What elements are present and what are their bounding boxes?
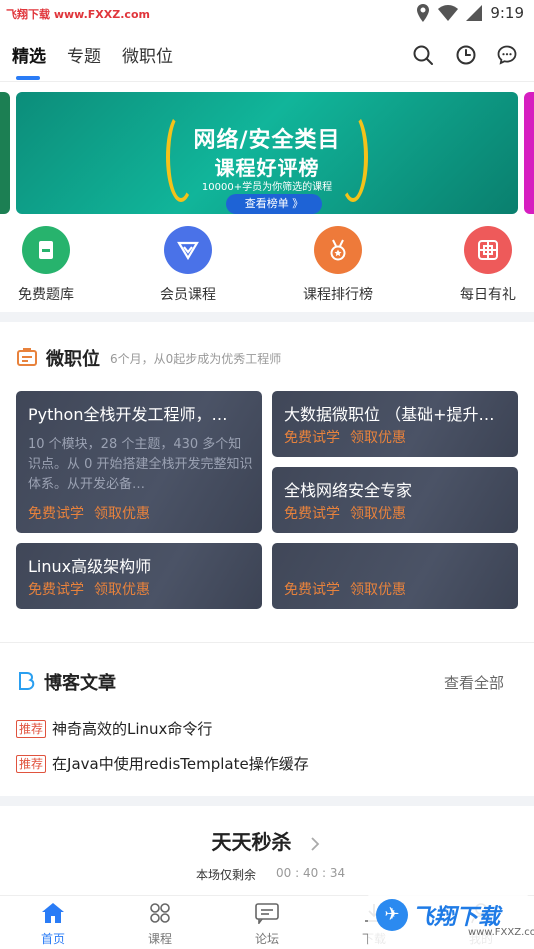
- home-icon: [42, 903, 64, 923]
- status-icons: 9:19: [416, 4, 524, 22]
- section-divider: [0, 642, 534, 643]
- top-tab-bar: 精选 专题 微职位: [0, 30, 534, 82]
- career-card-actions: 免费试学 领取优惠: [28, 503, 150, 523]
- banner-slide[interactable]: 网络/安全类目 课程好评榜 10000+学员为你筛选的课程 查看榜单 》: [16, 92, 518, 214]
- career-card-actions: 免费试学 领取优惠: [284, 503, 406, 523]
- career-card-untitled[interactable]: 免费试学 领取优惠: [272, 543, 518, 609]
- quick-entry-label: 每日有礼: [460, 287, 516, 303]
- book-icon: [22, 226, 70, 274]
- blog-list-item[interactable]: 推荐 在Java中使用redisTemplate操作缓存: [16, 753, 309, 774]
- watermark-logo-icon: ✈: [376, 899, 408, 931]
- wifi-icon: [438, 5, 459, 21]
- banner-title: 网络/安全类目: [193, 128, 341, 153]
- get-discount-link[interactable]: 领取优惠: [350, 427, 406, 447]
- tab-featured[interactable]: 精选: [12, 42, 46, 67]
- nav-label: 论坛: [254, 932, 279, 946]
- get-discount-link[interactable]: 领取优惠: [94, 579, 150, 599]
- career-card-bigdata[interactable]: 大数据微职位 （基础+提升… 免费试学 领取优惠: [272, 391, 518, 457]
- grid-icon: [150, 903, 170, 923]
- blog-item-title: 神奇高效的Linux命令行: [52, 720, 213, 738]
- quick-entry-label: 会员课程: [160, 287, 216, 303]
- blog-section-title: 博客文章: [44, 673, 116, 694]
- banner-subtitle: 10000+学员为你筛选的课程: [201, 182, 333, 193]
- blog-item-title: 在Java中使用redisTemplate操作缓存: [52, 755, 309, 773]
- career-card-title: Linux高级架构师: [28, 557, 152, 576]
- countdown-timer: 00 : 40 : 34: [276, 866, 346, 880]
- career-card-python[interactable]: Python全栈开发工程师，… 10 个模块，28 个主题，430 多个知识点。…: [16, 391, 262, 533]
- forum-icon: [255, 903, 279, 926]
- chevron-right-icon: [311, 836, 320, 851]
- career-card-security[interactable]: 全栈网络安全专家 免费试学 领取优惠: [272, 467, 518, 533]
- micro-career-subtitle: 6个月，从0起步成为优秀工程师: [110, 352, 282, 366]
- quick-entry-label: 免费题库: [18, 287, 74, 303]
- status-bar: 飞翔下载 www.FXXZ.com 9:19: [0, 0, 534, 30]
- quick-entry-question-bank[interactable]: 免费题库: [0, 226, 106, 304]
- banner-prev-peek[interactable]: [0, 92, 10, 214]
- vip-icon: [164, 226, 212, 274]
- career-card-actions: 免费试学 领取优惠: [28, 579, 150, 599]
- watermark-logo: ✈ 飞翔下载 www.FXXZ.com: [368, 893, 534, 947]
- briefcase-icon: [17, 348, 37, 366]
- free-trial-link[interactable]: 免费试学: [28, 503, 84, 523]
- active-tab-indicator: [16, 76, 40, 80]
- flash-sale-title-text: 天天秒杀: [211, 830, 292, 854]
- career-card-description: 10 个模块，28 个主题，430 多个知识点。从 0 开始搭建全栈开发完整知识…: [28, 437, 253, 492]
- gift-icon: [464, 226, 512, 274]
- medal-icon: [314, 226, 362, 274]
- free-trial-link[interactable]: 免费试学: [28, 579, 84, 599]
- nav-label: 课程: [147, 932, 172, 946]
- career-card-linux[interactable]: Linux高级架构师 免费试学 领取优惠: [16, 543, 262, 609]
- get-discount-link[interactable]: 领取优惠: [350, 503, 406, 523]
- history-icon[interactable]: [455, 44, 477, 66]
- banner-next-peek[interactable]: [524, 92, 534, 214]
- tab-topics[interactable]: 专题: [67, 42, 101, 67]
- quick-entry-label: 课程排行榜: [303, 287, 373, 303]
- flash-sale-title[interactable]: 天天秒杀: [0, 826, 534, 855]
- view-ranking-button[interactable]: 查看榜单 》: [226, 194, 322, 214]
- free-trial-link[interactable]: 免费试学: [284, 579, 340, 599]
- micro-career-title: 微职位: [46, 349, 100, 370]
- career-card-title: 全栈网络安全专家: [284, 481, 413, 500]
- blog-icon: [19, 672, 35, 690]
- location-icon: [417, 4, 430, 22]
- clock-text: 9:19: [490, 4, 524, 22]
- career-card-actions: 免费试学 领取优惠: [284, 579, 406, 599]
- recommend-tag: 推荐: [16, 719, 47, 738]
- get-discount-link[interactable]: 领取优惠: [350, 579, 406, 599]
- quick-entry-daily-gift[interactable]: 每日有礼: [428, 226, 534, 304]
- remaining-label: 本场仅剩余: [196, 868, 257, 882]
- free-trial-link[interactable]: 免费试学: [284, 503, 340, 523]
- search-icon[interactable]: [412, 44, 434, 66]
- get-discount-link[interactable]: 领取优惠: [94, 503, 150, 523]
- nav-courses[interactable]: 课程: [120, 902, 200, 947]
- signal-icon: [466, 5, 483, 21]
- career-card-title: Python全栈开发工程师，…: [28, 405, 228, 424]
- watermark-url: www.FXXZ.com: [468, 927, 534, 938]
- nav-forum[interactable]: 论坛: [227, 902, 307, 947]
- quick-entry-vip-courses[interactable]: 会员课程: [128, 226, 248, 304]
- section-divider: [0, 312, 534, 322]
- free-trial-link[interactable]: 免费试学: [284, 427, 340, 447]
- app-screen: 飞翔下载 www.FXXZ.com 9:19 精选 专题 微职位 网络/安全类目…: [0, 0, 534, 949]
- nav-home[interactable]: 首页: [13, 902, 93, 947]
- view-all-link[interactable]: 查看全部: [444, 672, 504, 693]
- banner-title-line2: 课程好评榜: [214, 156, 320, 180]
- recommend-tag: 推荐: [16, 754, 47, 773]
- blog-list-item[interactable]: 推荐 神奇高效的Linux命令行: [16, 718, 212, 739]
- nav-label: 首页: [40, 932, 65, 946]
- message-icon[interactable]: [496, 44, 518, 66]
- career-card-title: 大数据微职位 （基础+提升…: [284, 405, 495, 424]
- tab-micro-career[interactable]: 微职位: [122, 42, 173, 67]
- quick-entry-course-ranking[interactable]: 课程排行榜: [278, 226, 398, 304]
- section-divider: [0, 796, 534, 806]
- watermark-text: 飞翔下载 www.FXXZ.com: [6, 8, 150, 21]
- career-card-actions: 免费试学 领取优惠: [284, 427, 406, 447]
